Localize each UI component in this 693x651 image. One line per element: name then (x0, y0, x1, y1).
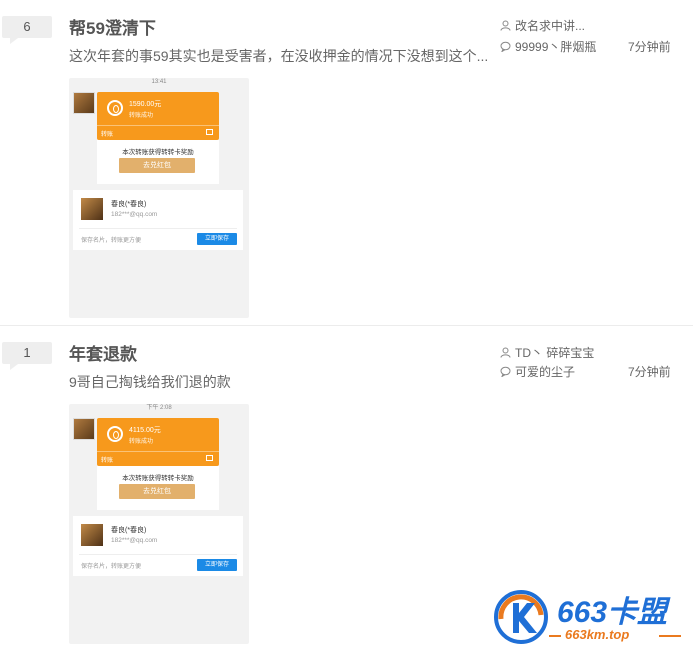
save-contact-button: 立即保存 (197, 233, 237, 245)
redeem-button: 去兑红包 (119, 158, 195, 173)
user-icon (500, 20, 511, 31)
reply-count-badge: 6 (2, 16, 52, 44)
k-logo-icon (493, 589, 549, 645)
thumb-status-time: 下午 2:08 (146, 405, 172, 411)
thread-excerpt: 9哥自己掏钱给我们退的款 (69, 374, 231, 390)
contact-name: 春良(*春良) (111, 201, 147, 208)
save-contact-button: 立即保存 (197, 559, 237, 571)
comment-icon (500, 41, 511, 52)
promo-text: 本次转账获得转转卡奖励 (122, 475, 194, 482)
last-reply[interactable]: 可爱的尘子 (500, 363, 575, 380)
site-watermark: 663卡盟 663km.top (493, 585, 688, 647)
transfer-amount: 1590.00元 (129, 101, 162, 108)
thread-excerpt: 这次年套的事59其实也是受害者，在没收押金的情况下没想到这个... (69, 48, 489, 64)
thread-title[interactable]: 年套退款 (69, 340, 137, 365)
reward-promo: 本次转账获得转转卡奖励 去兑红包 (97, 466, 219, 510)
transfer-label: 转账 (101, 132, 114, 138)
contact-avatar (81, 198, 103, 220)
author-name[interactable]: TD丶 碎碎宝宝 (515, 344, 594, 361)
redeem-button: 去兑红包 (119, 484, 195, 499)
contact-name: 春良(*春良) (111, 527, 147, 534)
screenshot-thumbnail[interactable]: 下午 2:08 4115.00元 转账成功 转账 本次转账获得转转卡奖励 去兑红… (69, 404, 249, 644)
contact-card: 春良(*春良) 182***@qq.com 保存名片，转账更方便 立即保存 (73, 190, 243, 250)
transfer-card-footer: 转账 (97, 451, 219, 466)
user-icon (500, 347, 511, 358)
contact-tip: 保存名片，转账更方便 (81, 238, 142, 244)
author-name[interactable]: 改名求中讲... (515, 17, 585, 34)
money-icon (107, 426, 123, 442)
last-reply[interactable]: 99999丶胖烟瓶 (500, 38, 596, 55)
watermark-brand: 663卡盟 (557, 596, 668, 629)
wallet-icon (206, 455, 213, 461)
contact-email: 182***@qq.com (111, 211, 158, 218)
divider (79, 554, 237, 555)
thread-author[interactable]: TD丶 碎碎宝宝 (500, 344, 594, 361)
transfer-status: 转账成功 (129, 113, 154, 119)
watermark-url: 663km.top (565, 627, 630, 642)
sender-avatar (73, 92, 95, 114)
contact-avatar (81, 524, 103, 546)
divider (659, 635, 681, 637)
reply-count-badge: 1 (2, 342, 52, 370)
transfer-card-footer: 转账 (97, 125, 219, 140)
contact-email: 182***@qq.com (111, 537, 158, 544)
divider (79, 228, 237, 229)
contact-tip: 保存名片，转账更方便 (81, 564, 142, 570)
thumb-status-time: 13:41 (151, 79, 167, 85)
money-icon (107, 100, 123, 116)
sender-avatar (73, 418, 95, 440)
reward-promo: 本次转账获得转转卡奖励 去兑红包 (97, 140, 219, 184)
thread-author[interactable]: 改名求中讲... (500, 17, 585, 34)
comment-icon (500, 366, 511, 377)
transfer-label: 转账 (101, 458, 114, 464)
last-reply-user[interactable]: 可爱的尘子 (515, 363, 575, 380)
promo-text: 本次转账获得转转卡奖励 (122, 149, 194, 156)
thread-item[interactable]: 6 帮59澄清下 这次年套的事59其实也是受害者，在没收押金的情况下没想到这个.… (0, 0, 693, 326)
transfer-card: 4115.00元 转账成功 转账 (97, 418, 219, 466)
reply-time: 7分钟前 (628, 365, 671, 379)
transfer-card: 1590.00元 转账成功 转账 (97, 92, 219, 140)
last-reply-user[interactable]: 99999丶胖烟瓶 (515, 38, 596, 55)
wallet-icon (206, 129, 213, 135)
thread-title[interactable]: 帮59澄清下 (69, 14, 156, 39)
screenshot-thumbnail[interactable]: 13:41 1590.00元 转账成功 转账 本次转账获得转转卡奖励 去兑红包 … (69, 78, 249, 318)
contact-card: 春良(*春良) 182***@qq.com 保存名片，转账更方便 立即保存 (73, 516, 243, 576)
transfer-amount: 4115.00元 (129, 427, 161, 434)
reply-time: 7分钟前 (628, 40, 671, 54)
divider (549, 635, 561, 637)
transfer-status: 转账成功 (129, 439, 154, 445)
